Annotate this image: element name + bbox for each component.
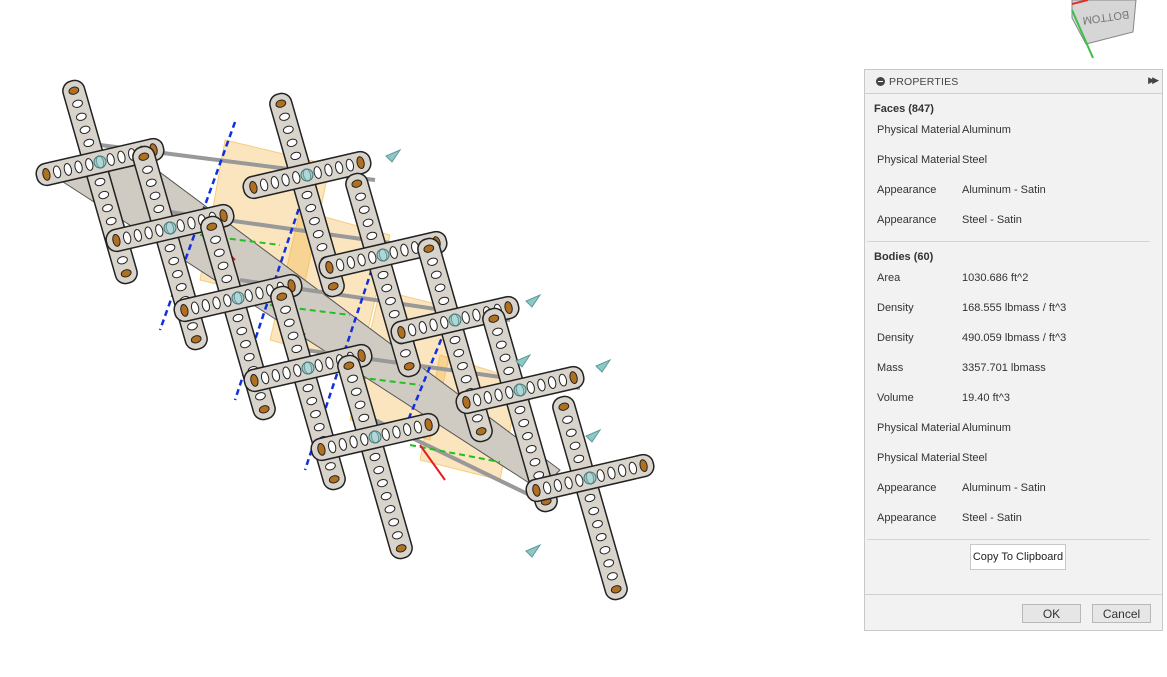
collapse-icon[interactable] <box>876 77 885 86</box>
property-row: Physical Material Aluminum <box>865 115 1162 145</box>
property-row: Physical Material Aluminum <box>865 413 1162 443</box>
direction-marker <box>525 543 542 558</box>
property-name: Appearance <box>877 512 937 524</box>
property-row: Appearance Aluminum - Satin <box>865 473 1162 503</box>
property-value: Steel - Satin <box>962 214 1022 226</box>
property-row: Appearance Steel - Satin <box>865 503 1162 533</box>
property-value: Aluminum <box>962 422 1011 434</box>
property-row: Physical Material Steel <box>865 443 1162 473</box>
joint-marker <box>301 361 315 375</box>
direction-marker <box>585 428 602 443</box>
property-value: 490.059 lbmass / ft^3 <box>962 332 1067 344</box>
panel-title: PROPERTIES <box>889 75 959 88</box>
property-row: Mass 3357.701 lbmass <box>865 353 1162 383</box>
property-name: Area <box>877 272 901 284</box>
property-name: Mass <box>877 362 904 374</box>
joint-marker <box>448 313 462 327</box>
property-value: 3357.701 lbmass <box>962 362 1046 374</box>
property-name: Physical Material <box>877 154 961 166</box>
property-name: Density <box>877 302 914 314</box>
property-name: Appearance <box>877 482 937 494</box>
property-row: Physical Material Steel <box>865 145 1162 175</box>
bodies-properties-list: Area 1030.686 ft^2 Density 168.555 lbmass /… <box>865 263 1162 533</box>
property-value: 1030.686 ft^2 <box>962 272 1029 284</box>
property-name: Physical Material <box>877 452 961 464</box>
property-value: Aluminum - Satin <box>962 184 1046 196</box>
property-value: Aluminum <box>962 124 1011 136</box>
property-value: Steel - Satin <box>962 512 1022 524</box>
truss-model[interactable] <box>34 78 656 602</box>
model-viewport[interactable] <box>0 0 860 677</box>
property-value: Steel <box>962 154 988 166</box>
direction-marker <box>385 148 402 163</box>
property-name: Appearance <box>877 214 937 226</box>
joint-marker <box>376 248 390 262</box>
panel-footer: OK Cancel <box>865 594 1162 630</box>
joint-marker <box>231 291 245 305</box>
bodies-section-title: Bodies (60) <box>874 251 934 263</box>
viewcube[interactable]: BOTTOM <box>1060 0 1150 66</box>
property-row: Density 168.555 lbmass / ft^3 <box>865 293 1162 323</box>
joint-marker <box>93 155 107 169</box>
property-row: Density 490.059 lbmass / ft^3 <box>865 323 1162 353</box>
panel-header: PROPERTIES ▶▶ <box>865 70 1162 94</box>
joint-marker <box>583 471 597 485</box>
joint-marker <box>163 221 177 235</box>
property-value: Aluminum - Satin <box>962 482 1046 494</box>
property-value: Steel <box>962 452 988 464</box>
property-row: Appearance Aluminum - Satin <box>865 175 1162 205</box>
faces-properties-list: Physical Material Aluminum Physical Materi… <box>865 115 1162 235</box>
property-name: Density <box>877 332 914 344</box>
direction-marker <box>525 293 542 308</box>
property-value: 168.555 lbmass / ft^3 <box>962 302 1067 314</box>
property-name: Appearance <box>877 184 937 196</box>
property-name: Volume <box>877 392 914 404</box>
property-value: 19.40 ft^3 <box>962 392 1010 404</box>
property-row: Area 1030.686 ft^2 <box>865 263 1162 293</box>
property-row: Volume 19.40 ft^3 <box>865 383 1162 413</box>
cancel-button[interactable]: Cancel <box>1092 604 1151 623</box>
copy-to-clipboard-button[interactable]: Copy To Clipboard <box>970 544 1066 570</box>
property-name: Physical Material <box>877 124 961 136</box>
property-name: Physical Material <box>877 422 961 434</box>
perforated-plate <box>552 395 628 601</box>
joint-marker <box>368 430 382 444</box>
direction-marker <box>595 358 612 373</box>
faces-section-title: Faces (847) <box>874 103 934 115</box>
ok-button[interactable]: OK <box>1022 604 1081 623</box>
joint-marker <box>513 383 527 397</box>
joint-marker <box>300 168 314 182</box>
properties-panel: PROPERTIES ▶▶ Faces (847) Physical Mater… <box>864 69 1163 631</box>
property-row: Appearance Steel - Satin <box>865 205 1162 235</box>
expand-panel-icon[interactable]: ▶▶ <box>1148 75 1159 86</box>
